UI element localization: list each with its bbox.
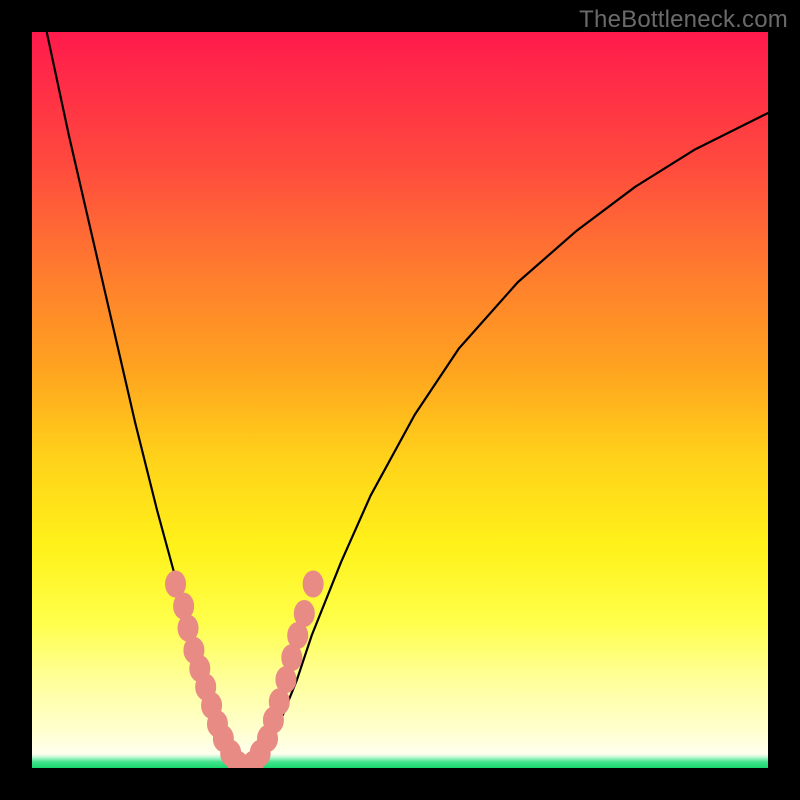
highlight-dot: [294, 600, 314, 626]
bottleneck-curve: [47, 32, 768, 768]
plot-area: [32, 32, 768, 768]
chart-frame: TheBottleneck.com: [0, 0, 800, 800]
curve-svg: [32, 32, 768, 768]
watermark-text: TheBottleneck.com: [579, 6, 788, 34]
highlight-dot: [303, 571, 323, 597]
